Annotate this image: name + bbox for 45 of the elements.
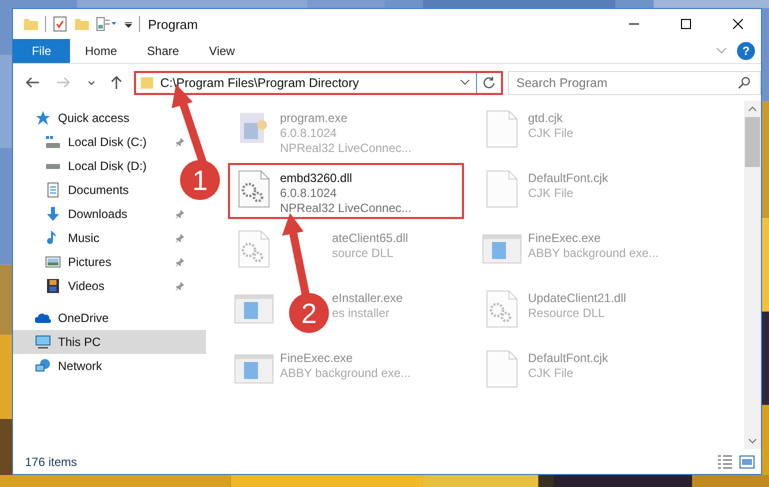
sidebar-item[interactable]: Downloads <box>13 202 191 226</box>
file-detail: 6.0.8.1024 <box>280 126 338 141</box>
file-detail: CJK File <box>528 186 574 201</box>
file-menu-button[interactable]: File <box>13 39 70 63</box>
ribbon-tab[interactable]: Share <box>132 39 194 63</box>
selected-file[interactable]: embd3260.dll 6.0.8.1024 NPReal32 LiveConnec... <box>228 163 464 219</box>
file-name: UpdateClient21.dll <box>528 291 626 306</box>
file-detail: source DLL <box>332 246 394 261</box>
file-detail: ABBY background exe... <box>280 366 411 381</box>
item-count: 176 items <box>25 454 78 468</box>
sidebar-item[interactable]: Music <box>13 226 191 250</box>
ribbon-tab[interactable]: Home <box>70 39 132 63</box>
sidebar-item[interactable]: Videos <box>13 274 191 298</box>
sidebar-item[interactable]: Local Disk (C:) <box>13 130 191 154</box>
file-name: gtd.cjk <box>528 111 564 126</box>
file-name: ateClient65.dll <box>332 231 408 246</box>
file-name: embd3260.dll <box>280 171 354 186</box>
search-field[interactable]: Search Program <box>508 70 761 94</box>
window-title: Program <box>148 16 198 32</box>
sidebar-item[interactable]: Documents <box>13 178 135 202</box>
numbered-callout: 1 <box>180 160 220 200</box>
file-name: FineExec.exe <box>280 351 354 366</box>
file-detail: 6.0.8.1024 <box>280 186 338 201</box>
sidebar-item[interactable]: Local Disk (D:) <box>13 154 153 178</box>
sidebar-item[interactable]: Network <box>13 354 108 378</box>
address-bar[interactable]: C:\Program Files\Program Directory <box>134 70 504 94</box>
help-button[interactable]: ? <box>737 42 755 60</box>
ribbon-tab[interactable]: View <box>194 39 250 63</box>
sidebar-item[interactable]: Quick access <box>13 106 136 130</box>
file-name: DefaultFont.cjk <box>528 351 608 366</box>
file-detail: NPReal32 LiveConnec... <box>280 201 412 216</box>
sidebar-item[interactable]: This PC <box>13 330 206 354</box>
file-detail: es installer <box>332 306 390 321</box>
sidebar-item[interactable]: OneDrive <box>13 306 115 330</box>
file-name: DefaultFont.cjk <box>528 171 608 186</box>
file-name: program.exe <box>280 111 348 126</box>
numbered-callout: 2 <box>289 293 329 333</box>
file-detail: NPReal32 LiveConnec... <box>280 141 412 156</box>
file-detail: Resource DLL <box>528 306 606 321</box>
sidebar-item[interactable]: Pictures <box>13 250 191 274</box>
file-name: eInstaller.exe <box>332 291 403 306</box>
file-name: FineExec.exe <box>528 231 602 246</box>
file-detail: CJK File <box>528 366 574 381</box>
file-detail: ABBY background exe... <box>528 246 659 261</box>
file-detail: CJK File <box>528 126 574 141</box>
